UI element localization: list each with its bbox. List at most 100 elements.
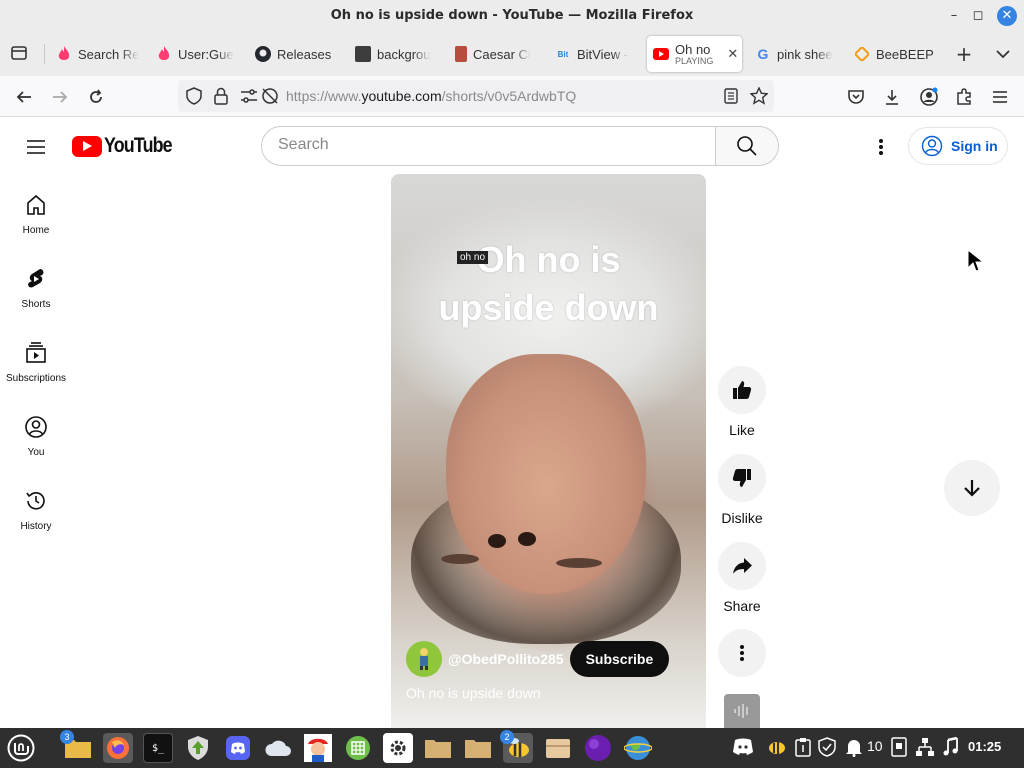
new-tab-button[interactable]: +: [951, 41, 977, 67]
tab-1[interactable]: User:Gue: [156, 36, 240, 72]
like-action[interactable]: Like: [718, 366, 766, 438]
globe-app-button[interactable]: [623, 733, 653, 763]
settings-more-button[interactable]: [868, 134, 894, 160]
sign-in-button[interactable]: Sign in: [908, 127, 1008, 165]
tab-label: Releases: [277, 46, 332, 62]
forward-button[interactable]: [47, 84, 73, 110]
bookmark-star-icon[interactable]: [749, 86, 769, 109]
search-input[interactable]: [278, 136, 698, 154]
bee-tray-icon[interactable]: [765, 736, 787, 759]
network-tray-icon[interactable]: [915, 737, 935, 760]
pocket-button[interactable]: [843, 84, 869, 110]
avatar-figure-icon: [420, 648, 428, 670]
app-menu-button[interactable]: [987, 84, 1013, 110]
archive-app-button[interactable]: [543, 733, 573, 763]
folder-app-button-2[interactable]: [463, 733, 493, 763]
dislike-action[interactable]: Dislike: [718, 454, 766, 526]
mario-app-button[interactable]: [303, 733, 333, 763]
tab-playing-label: PLAYING: [675, 55, 714, 66]
autoplay-blocked-icon[interactable]: [261, 87, 279, 109]
permissions-icon[interactable]: [240, 88, 258, 108]
system-clock[interactable]: 01:25: [968, 739, 1001, 754]
shield-tray-icon[interactable]: [818, 737, 836, 760]
archive-box-icon: [546, 739, 570, 758]
tab-5[interactable]: Bit BitView -: [555, 36, 639, 72]
tab-7[interactable]: G pink shee: [755, 36, 839, 72]
history-icon: [26, 492, 45, 510]
list-all-tabs-button[interactable]: [990, 41, 1016, 67]
tab-4[interactable]: Caesar Ci: [455, 36, 539, 72]
tab-overview-button[interactable]: [6, 40, 32, 66]
extensions-button[interactable]: [951, 84, 977, 110]
purple-app-button[interactable]: [583, 733, 613, 763]
music-tray-icon[interactable]: [942, 736, 960, 760]
back-button[interactable]: [11, 84, 37, 110]
tab-overview-icon: [11, 46, 27, 60]
youtube-logo-text: YouTube: [104, 134, 173, 157]
tab-2[interactable]: Releases: [255, 36, 339, 72]
tab-0[interactable]: Search Re: [56, 36, 140, 72]
document-tray-icon[interactable]: [891, 737, 907, 760]
discord-app-button[interactable]: [223, 733, 253, 763]
sidebar-item-you[interactable]: You: [0, 415, 72, 458]
more-actions-button[interactable]: [718, 629, 766, 677]
sidebar-item-label: You: [27, 447, 45, 458]
files-app-button[interactable]: 3: [60, 730, 93, 763]
tab-3[interactable]: backgrou: [355, 36, 439, 72]
channel-avatar[interactable]: [406, 641, 442, 677]
sidebar-item-history[interactable]: History: [0, 489, 72, 532]
url-bar[interactable]: https://www.youtube.com/shorts/v0v5Ardwb…: [178, 80, 774, 112]
shield-icon[interactable]: [186, 87, 202, 109]
dislike-label: Dislike: [721, 510, 763, 526]
video-frame-face: [441, 354, 646, 594]
share-button[interactable]: [718, 542, 766, 590]
folder-app-button[interactable]: [423, 733, 453, 763]
start-menu-button[interactable]: [6, 733, 36, 763]
sidebar-item-subscriptions[interactable]: Subscriptions: [0, 341, 72, 384]
tab-separator: [44, 44, 45, 64]
tab-label: BitView -: [577, 46, 629, 62]
downloads-button[interactable]: [879, 84, 905, 110]
lock-icon[interactable]: [214, 87, 228, 109]
discord-tray-icon[interactable]: [731, 737, 755, 760]
settings-app-button[interactable]: [383, 733, 413, 763]
subscribe-button[interactable]: Subscribe: [569, 641, 670, 677]
update-manager-button[interactable]: [183, 733, 213, 763]
search-box[interactable]: [261, 126, 716, 166]
url-text[interactable]: https://www.youtube.com/shorts/v0v5Ardwb…: [286, 88, 576, 104]
search-button[interactable]: [715, 126, 779, 166]
sidebar-item-home[interactable]: Home: [0, 193, 72, 236]
guide-menu-button[interactable]: [24, 135, 48, 159]
next-video-button[interactable]: [944, 460, 1000, 516]
video-caption[interactable]: Oh no is upside down: [406, 685, 541, 701]
spreadsheet-app-button[interactable]: [343, 733, 373, 763]
title-tooltip: oh no: [457, 251, 489, 264]
beebeep-app-button[interactable]: 2: [500, 730, 533, 763]
youtube-logo[interactable]: YouTube: [72, 134, 184, 158]
clipboard-tray-icon[interactable]: [795, 737, 811, 760]
account-button[interactable]: [916, 84, 942, 110]
reload-button[interactable]: [83, 84, 109, 110]
share-action[interactable]: Share: [718, 542, 766, 614]
firefox-icon: [107, 737, 129, 759]
close-window-button[interactable]: ✕: [997, 6, 1017, 26]
tab-8[interactable]: BeeBEEP: [854, 36, 938, 72]
gear-icon: [390, 740, 406, 756]
sidebar-item-shorts[interactable]: Shorts: [0, 267, 72, 310]
tab-close-icon[interactable]: ✕: [727, 46, 738, 62]
overlay-title-line2: upside down: [438, 287, 659, 328]
tab-6-active[interactable]: Oh no PLAYING ✕: [647, 36, 742, 72]
cloud-app-button[interactable]: [263, 733, 293, 763]
shorts-video-player[interactable]: Oh no is upside down oh no @ObedPollito2…: [391, 174, 706, 728]
reader-view-icon[interactable]: [724, 88, 738, 108]
like-button[interactable]: [718, 366, 766, 414]
more-actions[interactable]: [718, 629, 766, 677]
notifications-tray-icon[interactable]: [845, 737, 863, 760]
firefox-app-button[interactable]: [103, 733, 133, 763]
minimize-button[interactable]: –: [944, 6, 964, 26]
terminal-app-button[interactable]: $_: [143, 733, 173, 763]
original-sound-button[interactable]: [724, 694, 760, 728]
maximize-button[interactable]: ◻: [968, 6, 988, 26]
channel-handle[interactable]: @ObedPollito285: [448, 651, 564, 667]
dislike-button[interactable]: [718, 454, 766, 502]
